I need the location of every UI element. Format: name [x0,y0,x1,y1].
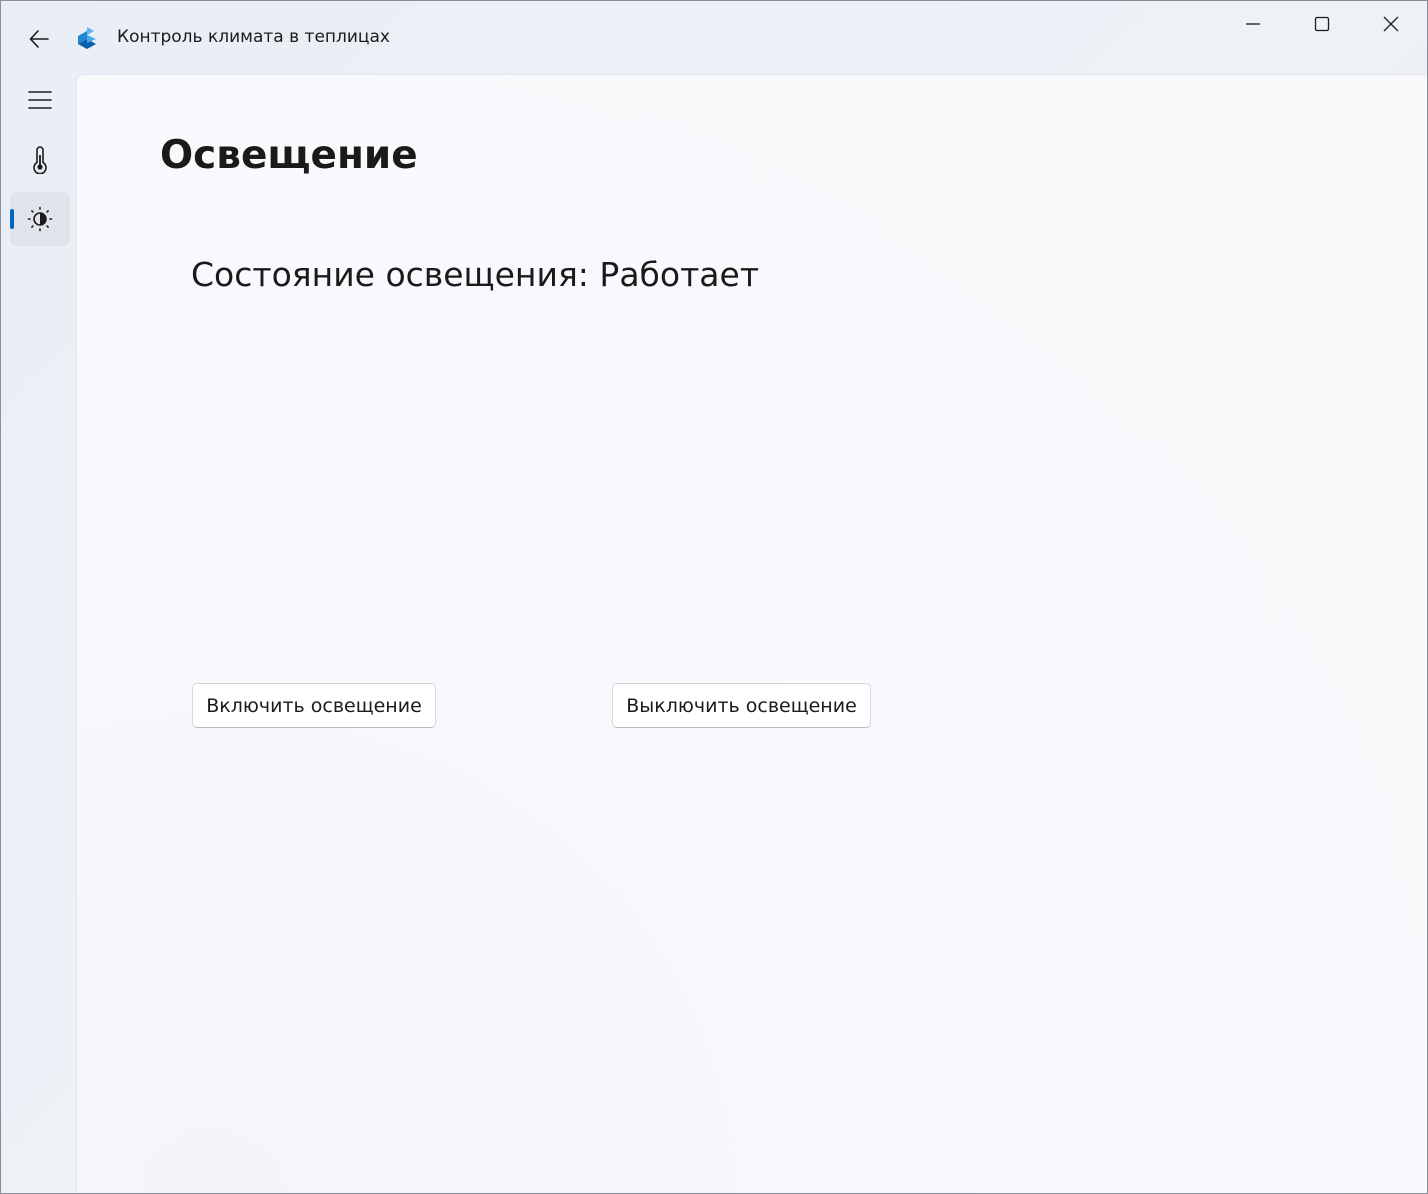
app-logo-icon [78,27,96,49]
title-bar: Контроль климата в теплицах [1,1,1427,73]
brightness-icon [27,206,53,232]
maximize-button[interactable] [1288,1,1356,47]
minimize-icon [1246,23,1260,25]
minimize-button[interactable] [1219,1,1287,47]
turn-on-lighting-button[interactable]: Включить освещение [192,683,436,728]
lighting-status: Состояние освещения: Работает [191,255,759,294]
page-title: Освещение [160,133,418,178]
status-value: Работает [599,255,760,294]
app-window: Контроль климата в теплицах Освещение Со… [0,0,1428,1194]
close-icon [1383,16,1399,32]
nav-menu-toggle[interactable] [10,73,70,127]
nav-item-climate[interactable] [10,133,70,187]
content-pane: Освещение Состояние освещения: Работает … [76,74,1427,1193]
navigation-pane [1,73,76,1193]
status-label: Состояние освещения: [191,255,589,294]
arrow-left-icon [29,30,49,48]
nav-item-lighting[interactable] [10,192,70,246]
selection-indicator [10,209,14,229]
thermometer-icon [33,146,47,174]
maximize-icon [1314,16,1330,32]
turn-off-lighting-button[interactable]: Выключить освещение [612,683,871,728]
back-button[interactable] [19,19,59,59]
close-button[interactable] [1357,1,1425,47]
hamburger-icon [28,91,52,109]
app-title: Контроль климата в теплицах [117,27,390,47]
